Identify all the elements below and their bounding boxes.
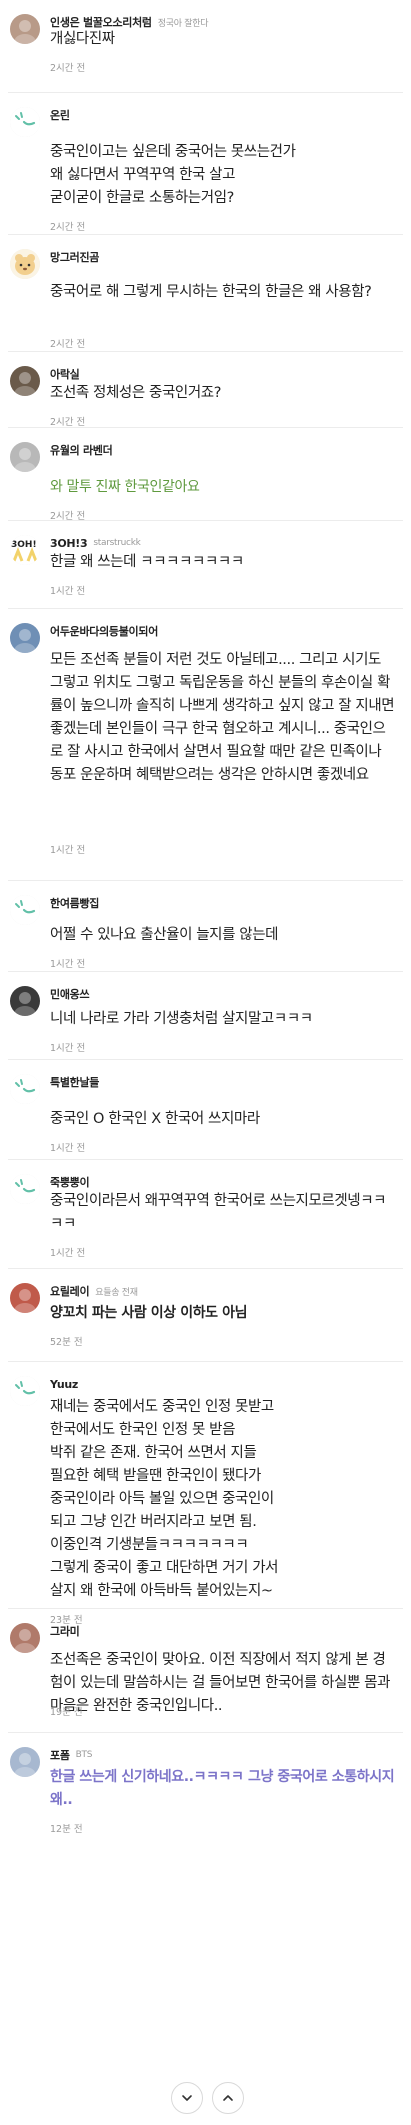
comment-body: 중국인이고는 싶은데 중국어는 못쓰는건가 왜 싫다면서 꾸역꾸역 한국 살고 … (50, 144, 296, 206)
comment-time: 2시간 전 (50, 63, 86, 74)
comment-body: 모든 조선족 분들이 저런 것도 아닐테고.... 그리고 시기도 그렇고 위치… (50, 652, 395, 783)
avatar[interactable]: 3OH! (10, 535, 40, 565)
comment-item: 유월의 라벤더 와 말투 진짜 한국인같아요 2시간 전 (0, 428, 411, 522)
author-name[interactable]: Yuuz (50, 1378, 78, 1391)
comment-time: 12분 전 (50, 1824, 83, 1835)
scroll-down-button[interactable] (171, 2082, 203, 2114)
avatar[interactable] (10, 107, 40, 137)
comment-time: 1시간 전 (50, 845, 86, 856)
comment-body: 조선족 정체성은 중국인거죠? (50, 385, 221, 401)
comment-body: 개싫다진짜 (50, 31, 115, 47)
comment-body: 조선족은 중국인이 맞아요. 이전 직장에서 적지 않게 본 경험이 있는데 말… (50, 1652, 391, 1714)
comment-item: 어두운바다의등불이되어모든 조선족 분들이 저런 것도 아닐테고.... 그리고… (0, 609, 411, 881)
comment-header: 망그러진곰 (50, 249, 99, 265)
comment-time: 19분 전 (50, 1707, 83, 1718)
comment-item: 아락실조선족 정체성은 중국인거죠? 2시간 전 (0, 352, 411, 428)
author-name[interactable]: 죽뿡뿡이 (50, 1174, 90, 1190)
avatar[interactable] (10, 249, 40, 279)
comment-body: 어쩔 수 있나요 출산율이 늘지를 않는데 (50, 927, 279, 943)
avatar[interactable] (10, 1074, 40, 1104)
comment-header: 유월의 라벤더 (50, 442, 113, 458)
avatar[interactable] (10, 895, 40, 925)
comment-item: 온린중국인이고는 싶은데 중국어는 못쓰는건가 왜 싫다면서 꾸역꾸역 한국 살… (0, 93, 411, 235)
author-name[interactable]: 포폼 (50, 1747, 70, 1763)
comment-header: 죽뿡뿡이 (50, 1174, 90, 1190)
comment-time: 52분 전 (50, 1337, 83, 1348)
comment-header: 특별한날들 (50, 1074, 99, 1090)
comment-time: 1시간 전 (50, 1248, 86, 1259)
comment-header: 한여름빵집 (50, 895, 99, 911)
comment-header: 어두운바다의등불이되어 (50, 623, 158, 639)
comment-header: 아락실 (50, 366, 80, 382)
comment-header: 그라미 (50, 1623, 80, 1639)
comment-item: 요릴레이 요들송 전재양꼬치 파는 사람 이상 이하도 아님 52분 전 (0, 1269, 411, 1362)
comment-header: 요릴레이 요들송 전재 (50, 1283, 138, 1299)
author-name[interactable]: 아락실 (50, 366, 80, 382)
comment-item: 3OH! 3OH!3 starstruckk 한글 왜 쓰는데 ㅋㅋㅋㅋㅋㅋㅋㅋ 1시간… (0, 521, 411, 609)
author-name[interactable]: 민애옹쓰 (50, 986, 90, 1002)
comment-body: 한글 왜 쓰는데 ㅋㅋㅋㅋㅋㅋㅋㅋ (50, 554, 244, 570)
author-name[interactable]: 어두운바다의등불이되어 (50, 623, 158, 639)
comment-body: 니네 나라로 가라 기생충처럼 살지말고ㅋㅋㅋ (50, 1011, 313, 1027)
chevron-down-icon (182, 2095, 192, 2101)
comment-time: 1시간 전 (50, 586, 86, 597)
comment-header: 온린 (50, 107, 70, 123)
avatar[interactable] (10, 1174, 40, 1204)
comment-item: 한여름빵집어쩔 수 있나요 출산율이 늘지를 않는데 1시간 전 (0, 881, 411, 972)
comment-body: 재네는 중국에서도 중국인 인정 못받고 한국에서도 한국인 인정 못 받음 박… (50, 1399, 279, 1599)
comment-time: 2시간 전 (50, 417, 86, 428)
comment-item: 민애옹쓰니네 나라로 가라 기생충처럼 살지말고ㅋㅋㅋ 1시간 전 (0, 972, 411, 1060)
author-name[interactable]: 망그러진곰 (50, 249, 99, 265)
comment-header: 3OH!3 starstruckk (50, 535, 141, 551)
bottom-nav (0, 2080, 411, 2125)
author-name[interactable]: 온린 (50, 107, 70, 123)
svg-text:3OH!: 3OH! (11, 540, 37, 550)
avatar[interactable] (10, 366, 40, 396)
comment-body: 한글 쓰는게 신기하네요..ㅋㅋㅋㅋ 그냥 중국어로 소통하시지 왜.. (50, 1769, 395, 1808)
comment-header: 포폼 BTS (50, 1747, 92, 1763)
author-tag: BTS (75, 1750, 93, 1760)
author-name[interactable]: 특별한날들 (50, 1074, 99, 1090)
author-tag: 정국아 잘한다 (157, 18, 209, 29)
comment-item: 특별한날들중국인 O 한국인 X 한국어 쓰지마라 1시간 전 (0, 1060, 411, 1160)
comment-body: 중국어로 해 그렇게 무시하는 한국의 한글은 왜 사용함? (50, 284, 372, 300)
author-tag: starstruckk (93, 538, 141, 548)
comment-item: 죽뿡뿡이중국인이라믄서 왜꾸역꾸역 한국어로 쓰는지모르겟넹ㅋㅋㅋㅋ 1시간 전 (0, 1160, 411, 1269)
chevron-up-icon (223, 2095, 233, 2101)
comment-time: 1시간 전 (50, 1043, 86, 1054)
avatar[interactable] (10, 442, 40, 472)
comment-header: 민애옹쓰 (50, 986, 90, 1002)
author-name[interactable]: 한여름빵집 (50, 895, 99, 911)
comment-header: Yuuz (50, 1376, 78, 1392)
avatar[interactable] (10, 986, 40, 1016)
comment-item: 포폼 BTS 한글 쓰는게 신기하네요..ㅋㅋㅋㅋ 그냥 중국어로 소통하시지 왜.… (0, 1733, 411, 2015)
comment-item: 그라미조선족은 중국인이 맞아요. 이전 직장에서 적지 않게 본 경험이 있는… (0, 1609, 411, 1733)
comment-item: Yuuz 재네는 중국에서도 중국인 인정 못받고 한국에서도 한국인 인정 못 … (0, 1362, 411, 1626)
comment-time: 2시간 전 (50, 222, 86, 233)
scroll-up-button[interactable] (212, 2082, 244, 2114)
avatar[interactable] (10, 1747, 40, 1777)
comment-body: 와 말투 진짜 한국인같아요 (50, 479, 200, 495)
avatar[interactable] (10, 14, 40, 44)
avatar[interactable] (10, 1623, 40, 1653)
comment-body: 양꼬치 파는 사람 이상 이하도 아님 (50, 1305, 248, 1321)
author-tag: 요들송 전재 (95, 1287, 138, 1298)
avatar[interactable] (10, 1283, 40, 1313)
comment-item: 인생은 벌꿀오소리처럼 정국아 잘한다 개싫다진짜 2시간 전 (0, 0, 411, 93)
comment-item: 망그러진곰중국어로 해 그렇게 무시하는 한국의 한글은 왜 사용함? 2시간 전 (0, 235, 411, 352)
comment-body: 중국인 O 한국인 X 한국어 쓰지마라 (50, 1111, 260, 1127)
avatar[interactable] (10, 623, 40, 653)
author-name[interactable]: 유월의 라벤더 (50, 442, 113, 458)
avatar[interactable] (10, 1376, 40, 1406)
author-name[interactable]: 그라미 (50, 1623, 80, 1639)
author-name[interactable]: 요릴레이 (50, 1283, 90, 1299)
author-name[interactable]: 3OH!3 (50, 537, 88, 550)
comment-body: 중국인이라믄서 왜꾸역꾸역 한국어로 쓰는지모르겟넹ㅋㅋㅋㅋ (50, 1193, 387, 1232)
comment-time: 2시간 전 (50, 339, 86, 350)
comment-time: 1시간 전 (50, 1143, 86, 1154)
comment-time: 1시간 전 (50, 959, 86, 970)
